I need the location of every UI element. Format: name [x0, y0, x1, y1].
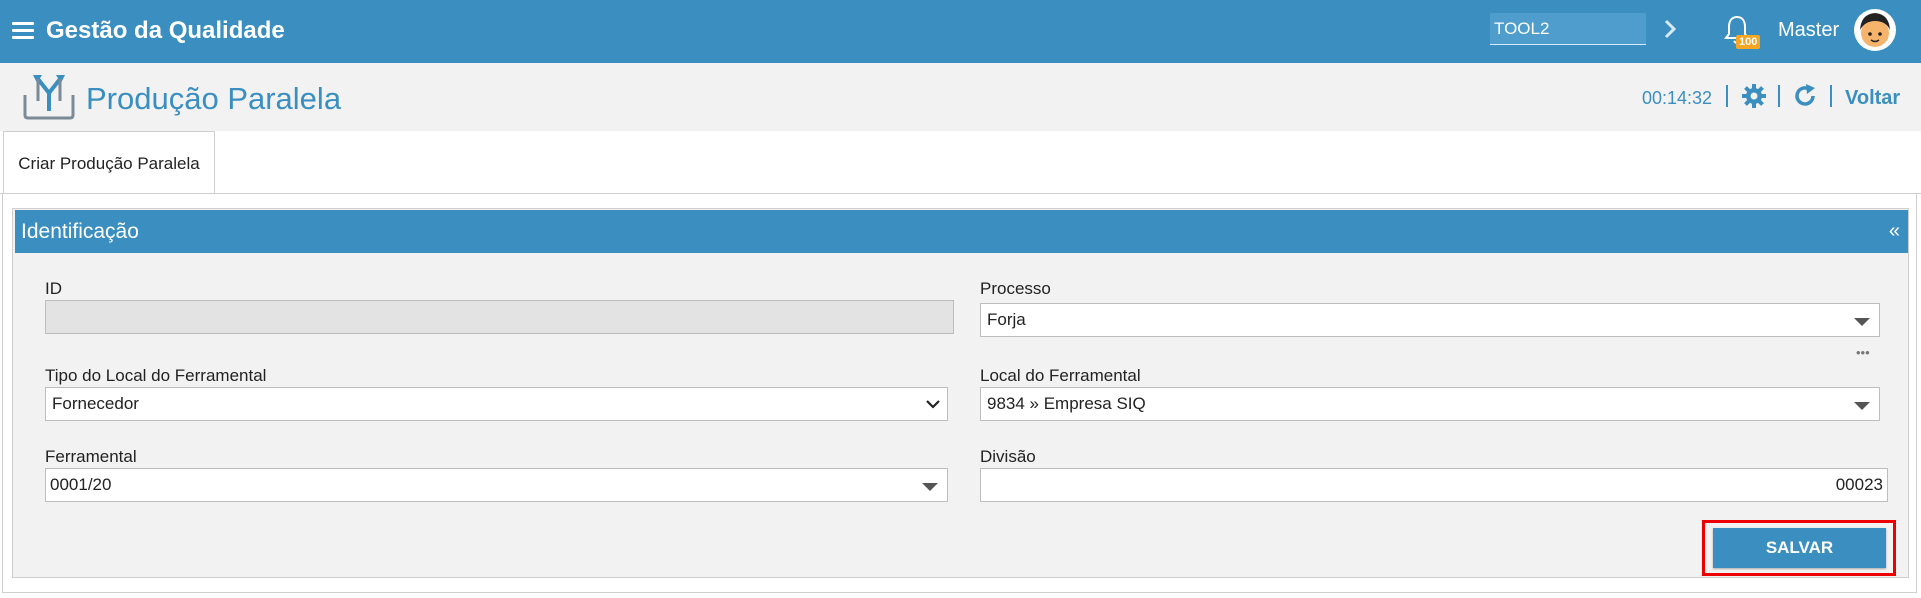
divisao-field[interactable]: 00023 — [980, 468, 1888, 502]
page-title: Produção Paralela — [86, 81, 342, 116]
back-link[interactable]: Voltar — [1845, 87, 1900, 110]
tab-bar: Criar Produção Paralela — [0, 131, 1921, 194]
tab-create-parallel-production[interactable]: Criar Produção Paralela — [3, 131, 215, 193]
ferramental-value: 0001/20 — [50, 475, 112, 494]
processo-label: Processo — [980, 279, 1051, 298]
session-timer: 00:14:32 — [1642, 88, 1713, 108]
dropdown-arrow-icon — [1854, 402, 1870, 410]
processo-select[interactable]: Forja — [980, 303, 1880, 337]
collapse-icon[interactable]: « — [1889, 220, 1900, 243]
save-button[interactable]: SALVAR — [1713, 528, 1886, 568]
top-bar: Gestão da Qualidade 100 Master — [0, 0, 1921, 63]
divider — [1726, 85, 1728, 107]
ferramental-label: Ferramental — [45, 447, 137, 466]
local-ferramental-value: 9834 » Empresa SIQ — [987, 394, 1146, 413]
tipo-local-label: Tipo do Local do Ferramental — [45, 366, 267, 385]
processo-value: Forja — [987, 310, 1026, 329]
avatar[interactable] — [1853, 8, 1897, 52]
page-header: Produção Paralela 00:14:32 Voltar — [0, 63, 1921, 131]
divisao-label: Divisão — [980, 447, 1036, 466]
chevron-right-icon[interactable] — [1660, 16, 1680, 42]
tipo-local-value: Fornecedor — [52, 394, 139, 413]
id-field — [45, 300, 954, 334]
divider — [1778, 85, 1780, 107]
local-ferramental-select[interactable]: 9834 » Empresa SIQ — [980, 387, 1880, 421]
local-ferramental-label: Local do Ferramental — [980, 366, 1141, 385]
refresh-icon[interactable] — [1792, 83, 1818, 109]
panel-header[interactable]: Identificação « — [15, 210, 1908, 253]
more-options-icon[interactable]: ••• — [1856, 345, 1870, 360]
search-input[interactable] — [1490, 13, 1646, 45]
dropdown-arrow-icon — [1854, 318, 1870, 326]
user-name[interactable]: Master — [1778, 19, 1839, 42]
notification-badge: 100 — [1736, 35, 1761, 49]
id-label: ID — [45, 279, 62, 298]
divider — [1830, 85, 1832, 107]
gear-icon[interactable] — [1741, 83, 1767, 109]
panel-title: Identificação — [21, 220, 139, 243]
dropdown-arrow-icon — [922, 483, 938, 491]
parallel-production-icon — [23, 75, 75, 120]
chevron-down-icon — [926, 400, 940, 409]
ferramental-select[interactable]: 0001/20 — [45, 468, 948, 502]
menu-icon[interactable] — [12, 22, 34, 40]
app-title: Gestão da Qualidade — [46, 17, 285, 44]
tipo-local-select[interactable]: Fornecedor — [45, 387, 948, 421]
